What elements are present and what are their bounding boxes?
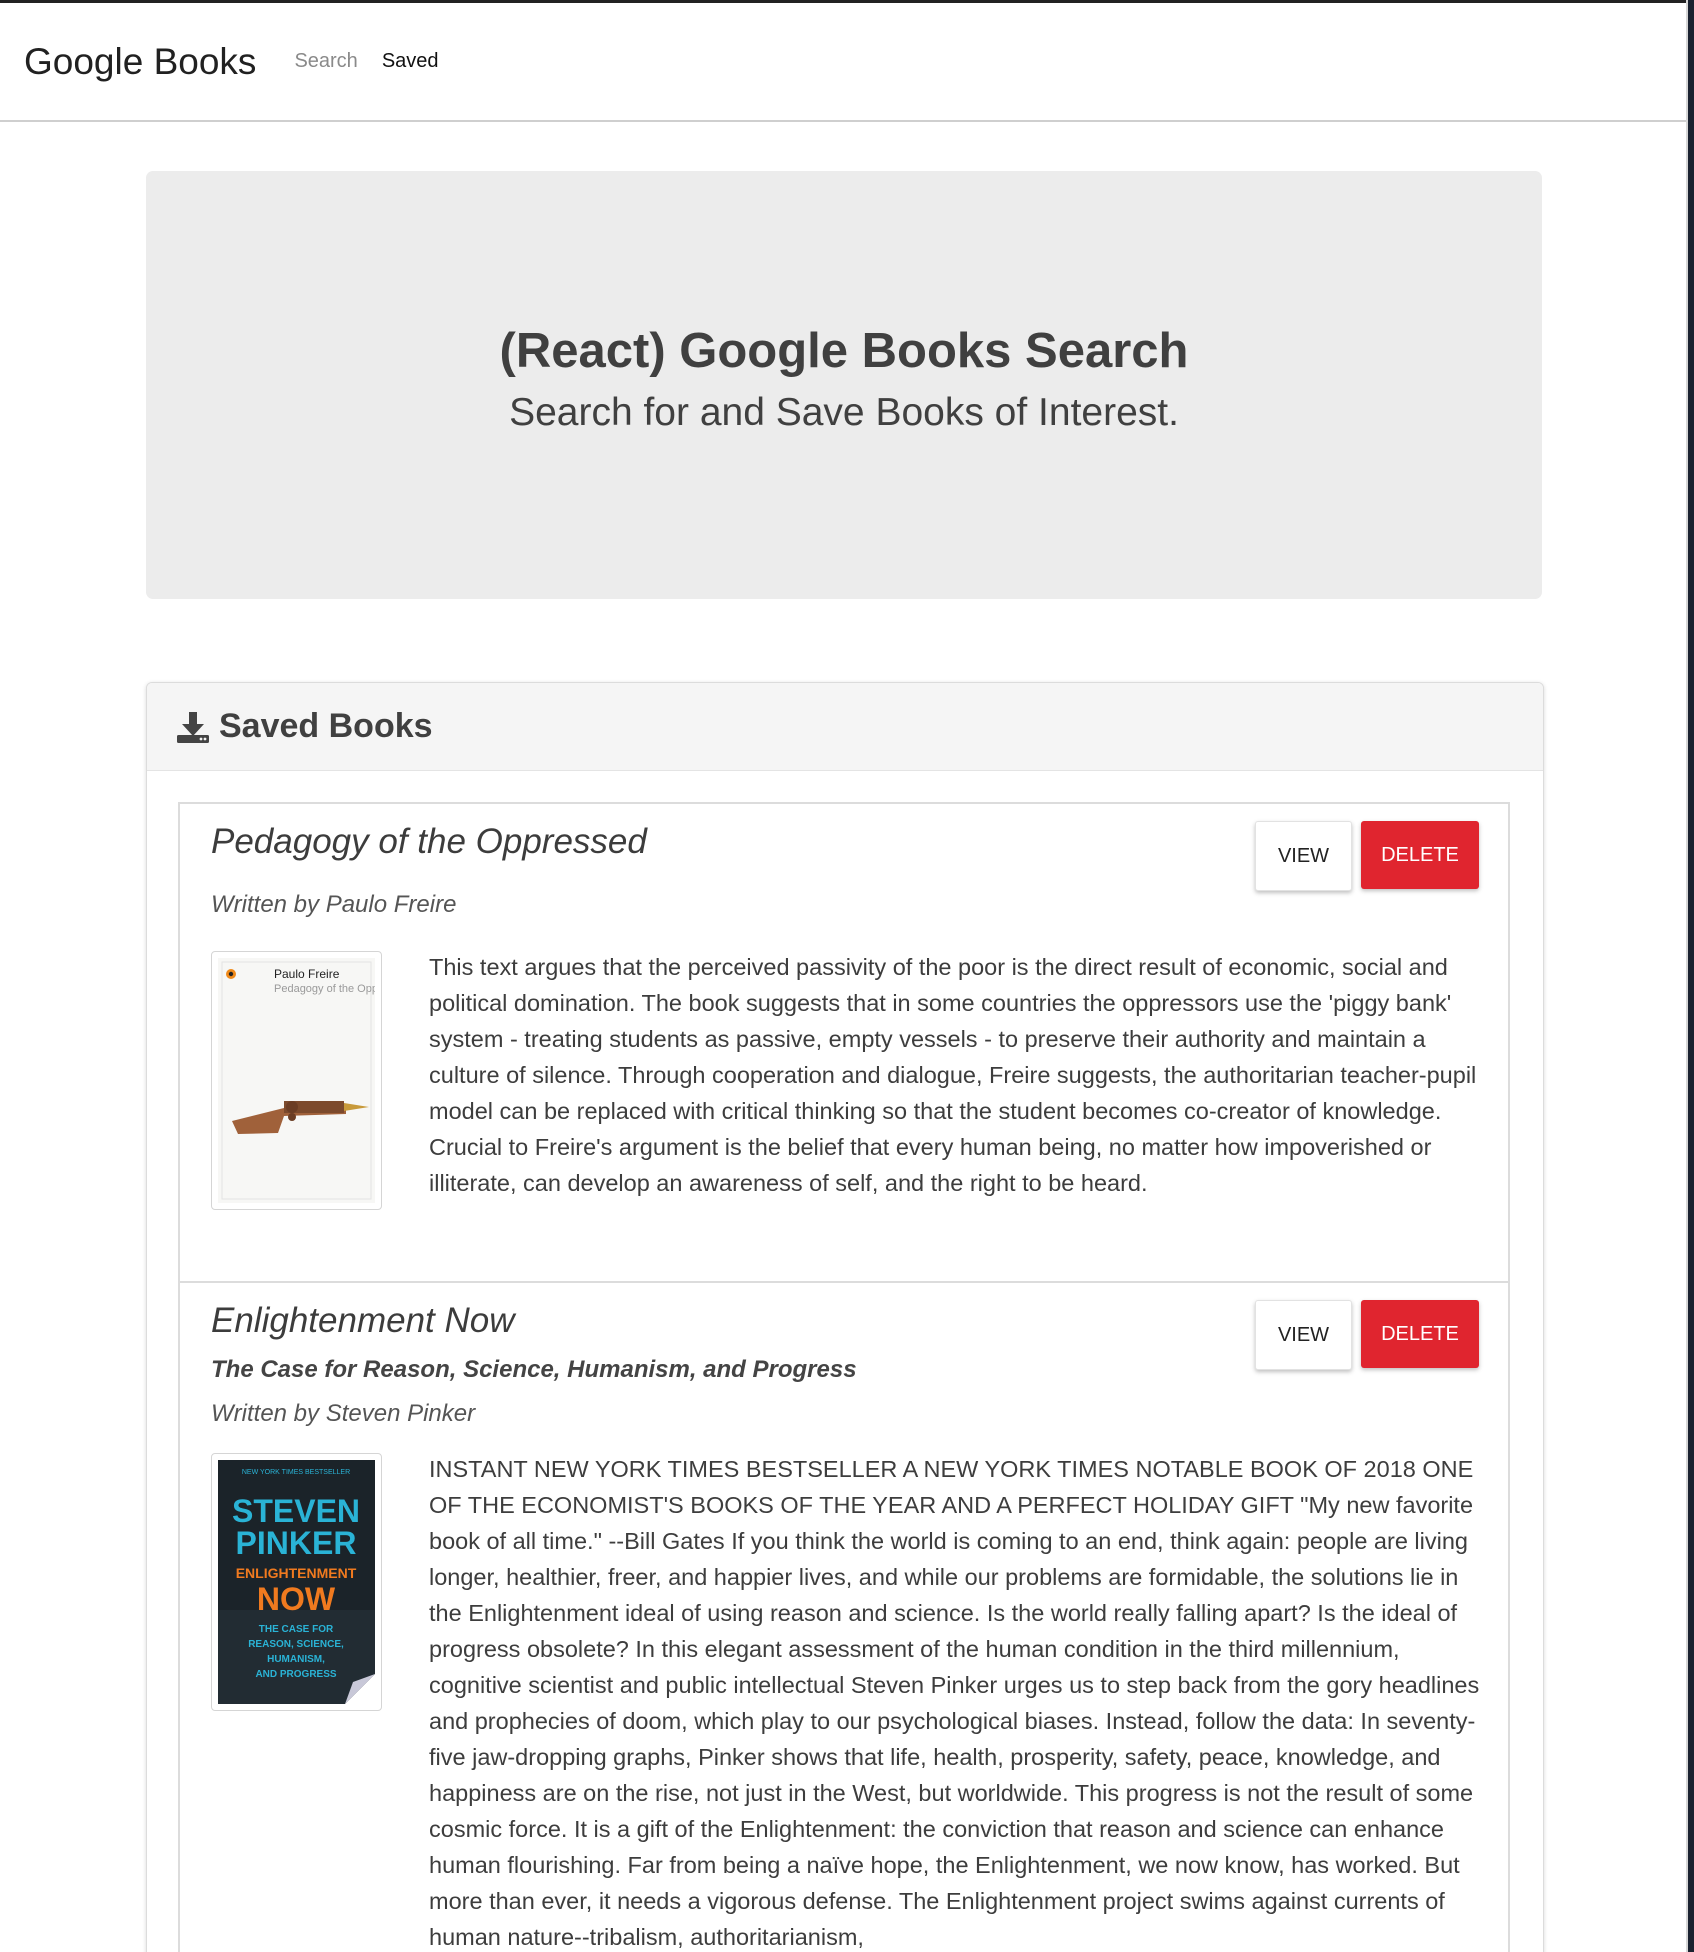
book-item: Pedagogy of the Oppressed VIEW DELETE Wr… bbox=[178, 802, 1510, 1283]
book-item: Enlightenment Now VIEW DELETE The Case f… bbox=[178, 1281, 1510, 1952]
saved-books-card: Saved Books Pedagogy of the Oppressed VI… bbox=[146, 682, 1544, 1952]
cover-author-first: STEVEN bbox=[232, 1493, 360, 1529]
navbar: Google Books Search Saved bbox=[0, 0, 1686, 122]
cover-author-last: PINKER bbox=[236, 1525, 357, 1561]
nav-link-search[interactable]: Search bbox=[294, 50, 357, 73]
cover-tagline-line: AND PROGRESS bbox=[255, 1669, 336, 1680]
book-description: This text argues that the perceived pass… bbox=[429, 954, 1477, 1196]
book-title: Enlightenment Now bbox=[211, 1301, 515, 1340]
cover-image: Paulo Freire Pedagogy of the Oppressed bbox=[218, 958, 411, 1203]
delete-button[interactable]: DELETE bbox=[1361, 821, 1479, 889]
book-author: Written by Paulo Freire bbox=[211, 891, 457, 918]
book-description: INSTANT NEW YORK TIMES BESTSELLER A NEW … bbox=[429, 1456, 1480, 1950]
book-subtitle: The Case for Reason, Science, Humanism, … bbox=[211, 1356, 857, 1383]
view-button[interactable]: VIEW bbox=[1255, 821, 1352, 891]
cover-image: NEW YORK TIMES BESTSELLER STEVEN PINKER … bbox=[218, 1460, 375, 1704]
card-header: Saved Books bbox=[147, 683, 1543, 771]
book-cover[interactable]: Paulo Freire Pedagogy of the Oppressed bbox=[211, 951, 411, 1210]
cover-tagline-line: HUMANISM, bbox=[267, 1654, 325, 1665]
book-title: Pedagogy of the Oppressed bbox=[211, 822, 647, 861]
delete-button[interactable]: DELETE bbox=[1361, 1300, 1479, 1368]
cover-title-top: ENLIGHTENMENT bbox=[236, 1565, 357, 1581]
hero-title: (React) Google Books Search bbox=[499, 324, 1189, 378]
cover-tagline-line: THE CASE FOR bbox=[259, 1624, 334, 1635]
hero-subtitle: Search for and Save Books of Interest. bbox=[509, 391, 1179, 434]
book-cover[interactable]: NEW YORK TIMES BESTSELLER STEVEN PINKER … bbox=[211, 1453, 382, 1711]
cover-author: Paulo Freire bbox=[274, 967, 340, 981]
download-icon bbox=[177, 711, 209, 743]
card-title: Saved Books bbox=[219, 707, 433, 745]
book-author: Written by Steven Pinker bbox=[211, 1400, 476, 1427]
cover-title: Pedagogy of the Oppressed bbox=[274, 983, 375, 995]
nav-link-saved[interactable]: Saved bbox=[382, 50, 439, 73]
jumbotron: (React) Google Books Search Search for a… bbox=[146, 171, 1542, 599]
cover-banner: NEW YORK TIMES BESTSELLER bbox=[242, 1469, 350, 1476]
cover-title-main: NOW bbox=[257, 1581, 336, 1617]
cover-tagline-line: REASON, SCIENCE, bbox=[248, 1639, 344, 1650]
view-button[interactable]: VIEW bbox=[1255, 1300, 1352, 1370]
page: Google Books Search Saved (React) Google… bbox=[0, 0, 1688, 1952]
brand-logo-text[interactable]: Google Books bbox=[24, 41, 256, 83]
